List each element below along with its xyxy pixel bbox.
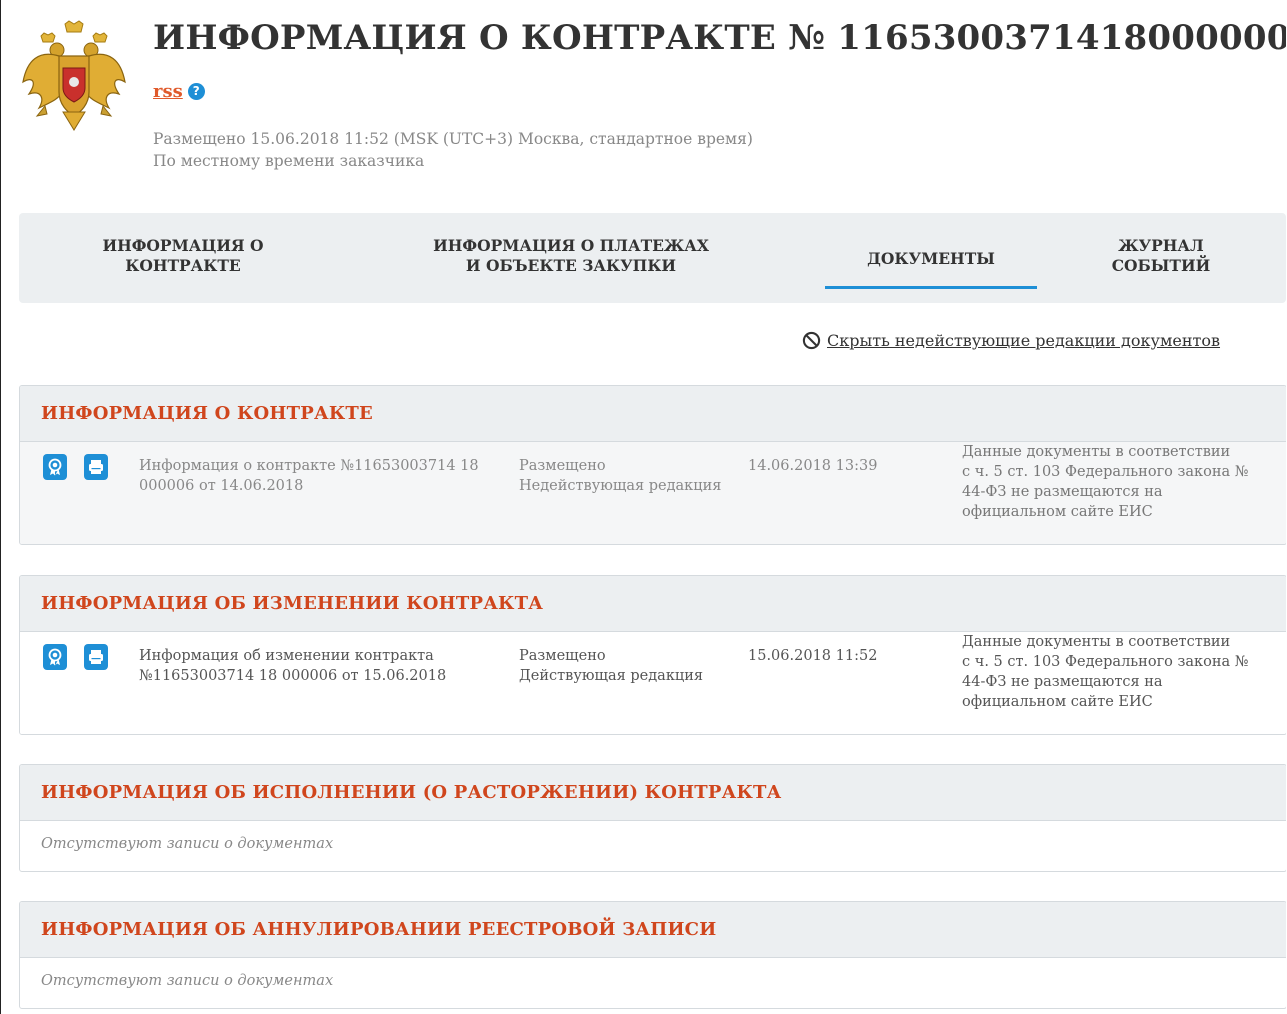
tab-event-log[interactable]: ЖУРНАЛ СОБЫТИЙ — [1081, 236, 1241, 276]
section-header: ИНФОРМАЦИЯ О КОНТРАКТЕ — [20, 386, 1286, 442]
tab-label-line: И ОБЪЕКТЕ ЗАКУПКИ — [465, 256, 677, 275]
hide-inactive-toggle[interactable]: Скрыть недействующие редакции документов — [802, 331, 1220, 350]
section-title: ИНФОРМАЦИЯ ОБ ИЗМЕНЕНИИ КОНТРАКТА — [41, 593, 544, 614]
section-title: ИНФОРМАЦИЯ О КОНТРАКТЕ — [41, 403, 373, 424]
section-header: ИНФОРМАЦИЯ ОБ ИЗМЕНЕНИИ КОНТРАКТА — [20, 576, 1286, 632]
empty-message: Отсутствуют записи о документах — [20, 958, 1286, 1004]
tab-label-line: ДОКУМЕНТЫ — [867, 249, 995, 268]
section-title: ИНФОРМАЦИЯ ОБ ИСПОЛНЕНИИ (О РАСТОРЖЕНИИ)… — [41, 782, 782, 803]
document-row: Информация о контракте №11653003714 18 0… — [20, 442, 1286, 544]
active-tab-indicator — [825, 286, 1037, 289]
section-contract-changes: ИНФОРМАЦИЯ ОБ ИЗМЕНЕНИИ КОНТРАКТА Информ… — [19, 575, 1286, 735]
document-note: Данные документы в соответствии с ч. 5 с… — [962, 442, 1272, 522]
section-annulment: ИНФОРМАЦИЯ ОБ АННУЛИРОВАНИИ РЕЕСТРОВОЙ З… — [19, 901, 1286, 1009]
ban-icon — [802, 331, 821, 350]
section-title: ИНФОРМАЦИЯ ОБ АННУЛИРОВАНИИ РЕЕСТРОВОЙ З… — [41, 919, 717, 940]
section-contract-info: ИНФОРМАЦИЯ О КОНТРАКТЕ Информация о конт… — [19, 385, 1286, 545]
note-line: с ч. 5 ст. 103 Федерального закона № — [962, 464, 1249, 480]
status-line: Размещено — [519, 648, 606, 664]
note-line: Данные документы в соответствии — [962, 444, 1231, 460]
org-row: rss ? — [153, 78, 205, 104]
document-name-line: Информация о контракте №11653003714 18 — [139, 458, 479, 474]
status-line: Недействующая редакция — [519, 478, 722, 494]
certificate-button[interactable] — [43, 644, 67, 670]
page: ИНФОРМАЦИЯ О КОНТРАКТЕ № 116530037141800… — [0, 0, 1286, 1014]
note-line: 44-ФЗ не размещаются на — [962, 674, 1163, 690]
page-title: ИНФОРМАЦИЯ О КОНТРАКТЕ № 116530037141800… — [153, 18, 1286, 58]
note-line: с ч. 5 ст. 103 Федерального закона № — [962, 654, 1249, 670]
document-note: Данные документы в соответствии с ч. 5 с… — [962, 632, 1272, 712]
document-name-line: 000006 от 14.06.2018 — [139, 478, 304, 494]
tab-label-line: ИНФОРМАЦИЯ О — [102, 236, 264, 255]
print-button[interactable] — [84, 454, 108, 480]
certificate-icon — [48, 648, 62, 666]
tab-label-line: СОБЫТИЙ — [1111, 256, 1211, 275]
posted-date: Размещено 15.06.2018 11:52 (MSK (UTC+3) … — [153, 130, 753, 148]
hide-inactive-label: Скрыть недействующие редакции документов — [827, 331, 1221, 350]
question-circle-icon[interactable]: ? — [187, 82, 205, 100]
document-status: Размещено Недействующая редакция — [519, 456, 739, 496]
tab-bar: ИНФОРМАЦИЯ О КОНТРАКТЕ ИНФОРМАЦИЯ О ПЛАТ… — [19, 213, 1286, 303]
organization-link[interactable]: rss — [153, 81, 183, 102]
coat-of-arms-icon — [22, 20, 126, 131]
document-status: Размещено Действующая редакция — [519, 646, 739, 686]
print-icon — [89, 460, 103, 474]
tab-label-line: ЖУРНАЛ — [1118, 236, 1204, 255]
document-name-line: Информация об изменении контракта — [139, 648, 434, 664]
document-date: 14.06.2018 13:39 — [748, 458, 878, 474]
note-line: официальном сайте ЕИС — [962, 694, 1153, 710]
certificate-button[interactable] — [43, 454, 67, 480]
note-line: 44-ФЗ не размещаются на — [962, 484, 1163, 500]
note-line: официальном сайте ЕИС — [962, 504, 1153, 520]
document-date: 15.06.2018 11:52 — [748, 648, 878, 664]
tab-contract-info[interactable]: ИНФОРМАЦИЯ О КОНТРАКТЕ — [83, 236, 283, 276]
print-icon — [89, 650, 103, 664]
note-line: Данные документы в соответствии — [962, 634, 1231, 650]
section-header: ИНФОРМАЦИЯ ОБ ИСПОЛНЕНИИ (О РАСТОРЖЕНИИ)… — [20, 765, 1286, 821]
tab-documents[interactable]: ДОКУМЕНТЫ — [825, 249, 1037, 269]
local-time-note: По местному времени заказчика — [153, 152, 425, 170]
publication-info: Размещено 15.06.2018 11:52 (MSK (UTC+3) … — [153, 128, 753, 172]
section-execution: ИНФОРМАЦИЯ ОБ ИСПОЛНЕНИИ (О РАСТОРЖЕНИИ)… — [19, 764, 1286, 872]
tab-payments[interactable]: ИНФОРМАЦИЯ О ПЛАТЕЖАХ И ОБЪЕКТЕ ЗАКУПКИ — [411, 236, 731, 276]
tab-label-line: КОНТРАКТЕ — [125, 256, 241, 275]
tab-label-line: ИНФОРМАЦИЯ О ПЛАТЕЖАХ — [433, 236, 709, 255]
header: ИНФОРМАЦИЯ О КОНТРАКТЕ № 116530037141800… — [1, 0, 1286, 200]
empty-message: Отсутствуют записи о документах — [20, 821, 1286, 867]
print-button[interactable] — [84, 644, 108, 670]
status-line: Размещено — [519, 458, 606, 474]
document-row: Информация об изменении контракта №11653… — [20, 632, 1286, 734]
document-name-line: №11653003714 18 000006 от 15.06.2018 — [139, 668, 447, 684]
certificate-icon — [48, 458, 62, 476]
document-name[interactable]: Информация об изменении контракта №11653… — [139, 646, 509, 686]
section-header: ИНФОРМАЦИЯ ОБ АННУЛИРОВАНИИ РЕЕСТРОВОЙ З… — [20, 902, 1286, 958]
document-name[interactable]: Информация о контракте №11653003714 18 0… — [139, 456, 509, 496]
status-line: Действующая редакция — [519, 668, 704, 684]
